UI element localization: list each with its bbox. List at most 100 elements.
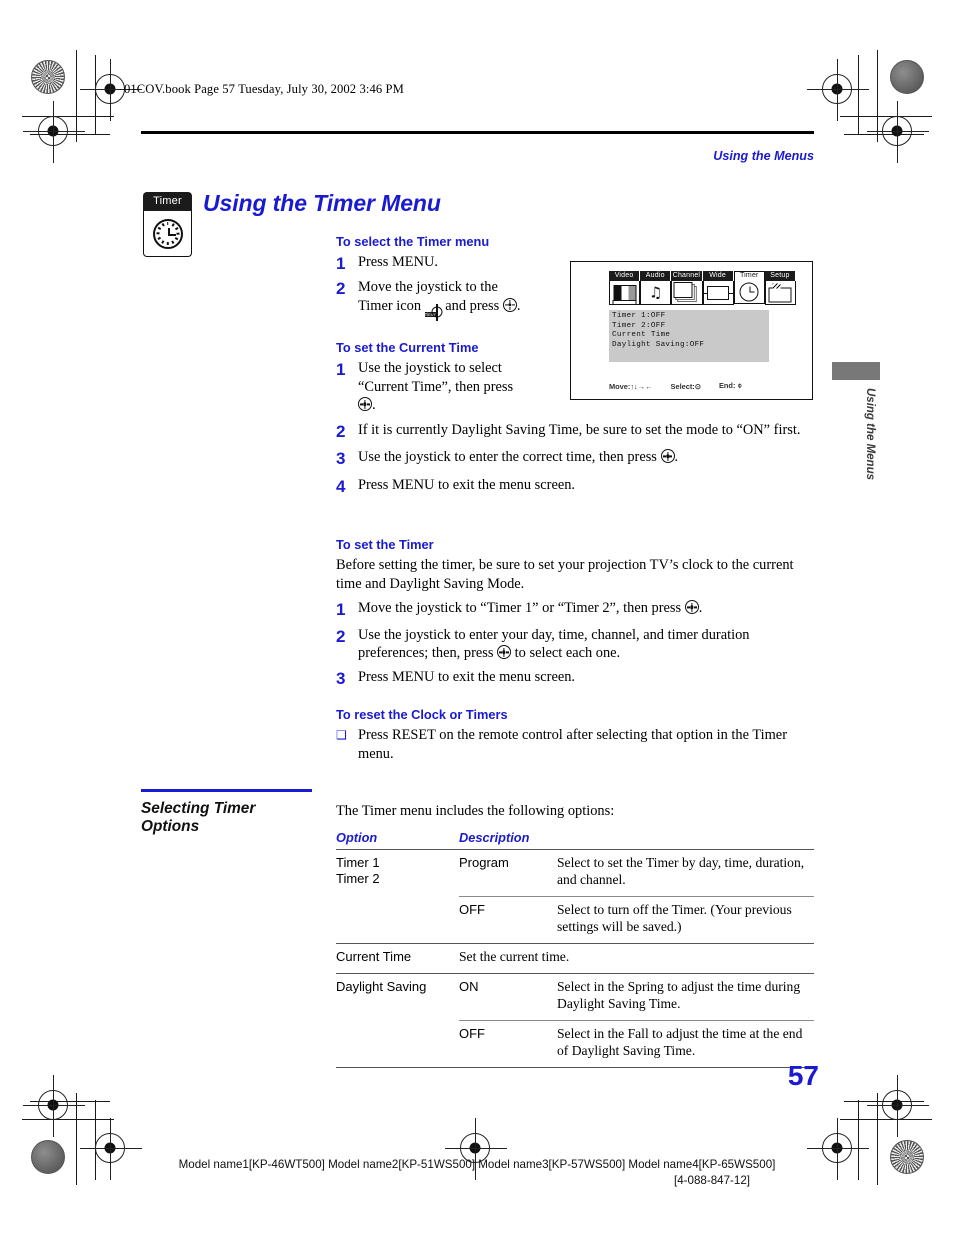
setup-icon [764, 281, 797, 305]
step-item: 1 Press MENU. [336, 253, 586, 274]
footer-models: Model name1[KP-46WT500] Model name2[KP-5… [178, 1158, 776, 1171]
section-set-timer: To set the Timer Before setting the time… [336, 537, 816, 693]
osd-tab-video: Video [609, 271, 641, 305]
step-text-main: Move the joystick to “Timer 1” or “Timer… [358, 600, 682, 617]
step-text-line1: Use the joystick to select [358, 360, 502, 376]
registration-mark-c [807, 59, 869, 121]
page-footer: Model name1[KP-46WT500] Model name2[KP-5… [0, 1158, 954, 1187]
cell-description: Select in the Fall to adjust the time at… [557, 1019, 814, 1068]
step-item: 2 Use the joystick to enter your day, ti… [336, 626, 816, 663]
table-row: Current Time Set the current time. [336, 942, 814, 974]
step-text-period: . [698, 600, 703, 617]
timer-chapter-icon: Timer [143, 192, 192, 257]
osd-tab-setup: Setup [764, 271, 797, 305]
step-number: 1 [336, 600, 346, 620]
step-text: Use the joystick to enter the correct ti… [358, 448, 678, 469]
side-tab-bar [832, 362, 880, 380]
step-text-period: . [674, 449, 679, 466]
step-item: 4 Press MENU to exit the menu screen. [336, 476, 816, 497]
table-row: Daylight Saving ON Select in the Spring … [336, 972, 814, 1021]
step-number: 4 [336, 476, 346, 496]
cell-option: Daylight Saving [336, 972, 459, 1021]
table-header-row: Option Description [336, 830, 814, 850]
step-text: Press MENU to exit the menu screen. [358, 669, 576, 686]
osd-tab-wide: Wide [702, 271, 735, 305]
step-number: 2 [336, 279, 346, 299]
selecting-timer-options-heading: Selecting Timer Options [141, 800, 331, 836]
step-number: 2 [336, 422, 346, 442]
step-text-main: Use the joystick to enter the correct ti… [358, 449, 657, 466]
section-heading: To reset the Clock or Timers [336, 707, 508, 722]
table-intro: The Timer menu includes the following op… [336, 803, 615, 819]
cell-value: OFF [459, 895, 557, 944]
page-title: Using the Timer Menu [203, 190, 441, 216]
osd-item-timer1: Timer 1:OFF [612, 312, 666, 320]
step-text: Press MENU. [358, 254, 438, 270]
step-text: Use the joystick to select “Current Time… [358, 359, 573, 415]
osd-tab-bar: Video Audio ♫ Channel Wide Timer Setup [609, 271, 797, 305]
step-text: Move the joystick to “Timer 1” or “Timer… [358, 599, 702, 620]
footer-doc-id: [4-088-847-12] [673, 1174, 751, 1187]
step-text: If it is currently Daylight Saving Time,… [358, 422, 801, 439]
section-heading: To select the Timer menu [336, 234, 490, 249]
joystick-press-icon [684, 600, 699, 615]
step-number: 3 [336, 449, 346, 469]
clock-icon [733, 280, 765, 304]
step-text: Use the joystick to enter your day, time… [358, 626, 816, 663]
step-item: 3 Use the joystick to enter the correct … [336, 448, 816, 469]
joystick-press-icon [497, 645, 512, 660]
step-number: 2 [336, 626, 346, 646]
step-item: 3 Press MENU to exit the menu screen. [336, 668, 816, 689]
section-reset-clock-timers: To reset the Clock or Timers ❑ Press RES… [336, 707, 816, 763]
timer-icon-label: Timer [143, 192, 192, 211]
step-text: Move the joystick to the Timer icon Time… [358, 278, 520, 325]
step-item: 1 Move the joystick to “Timer 1” or “Tim… [336, 599, 816, 620]
column-header-description: Description [459, 830, 530, 845]
audio-note-icon: ♫ [640, 281, 672, 305]
option-line-1: Timer 1 [336, 855, 380, 870]
table-row: OFF Select in the Fall to adjust the tim… [336, 1019, 814, 1068]
cell-description: Select in the Spring to adjust the time … [557, 972, 814, 1021]
cell-option: Current Time [336, 942, 459, 974]
cell-value: OFF [459, 1019, 557, 1068]
registration-star-top-left [31, 60, 65, 94]
step-item: 1 Use the joystick to select “Current Ti… [336, 359, 816, 415]
joystick-press-icon [502, 297, 517, 312]
timer-options-table: Option Description Timer 1 Timer 2 Progr… [336, 830, 814, 1068]
registration-star-top-right [890, 60, 924, 94]
step-item: 2 If it is currently Daylight Saving Tim… [336, 421, 816, 442]
column-header-option: Option [336, 830, 378, 845]
registration-mark-h [867, 1075, 929, 1137]
section-heading: To set the Current Time [336, 340, 479, 355]
registration-mark-a [80, 59, 142, 121]
section-select-timer-menu: To select the Timer menu 1 Press MENU. 2… [336, 234, 586, 329]
channel-cards-icon [671, 281, 703, 305]
cell-description: Select to turn off the Timer. (Your prev… [557, 895, 814, 944]
table-row: OFF Select to turn off the Timer. (Your … [336, 895, 814, 944]
registration-mark-f [23, 1075, 85, 1137]
video-icon [609, 281, 641, 305]
print-file-header: 01COV.book Page 57 Tuesday, July 30, 200… [124, 82, 404, 96]
bullet-text: Press RESET on the remote control after … [358, 727, 787, 762]
section-intro: Before setting the timer, be sure to set… [336, 557, 794, 592]
section-set-current-time: To set the Current Time 1 Use the joysti… [336, 340, 816, 501]
page-number: 57 [787, 1060, 819, 1091]
cell-value: ON [459, 972, 557, 1021]
table-row: Timer 1 Timer 2 Program Select to set th… [336, 849, 814, 897]
step-text-period: . [372, 397, 376, 414]
joystick-press-icon [358, 397, 372, 412]
osd-tab-timer: Timer [733, 271, 765, 305]
checkbox-bullet-icon: ❑ [336, 728, 347, 742]
step-text-line2: “Current Time”, then press [358, 378, 514, 395]
step-number: 1 [336, 360, 346, 379]
step-number: 3 [336, 669, 346, 689]
step-text-line1: Move the joystick to the [358, 279, 498, 296]
cell-description: Select to set the Timer by day, time, du… [557, 849, 814, 897]
joystick-press-icon [660, 449, 675, 464]
osd-tab-audio: Audio ♫ [640, 271, 672, 305]
heading-line-2: Options [141, 818, 200, 836]
osd-item-timer2: Timer 2:OFF [612, 321, 666, 330]
step-item: 2 Move the joystick to the Timer icon Ti… [336, 278, 586, 325]
header-rule [141, 131, 814, 134]
cell-option [336, 896, 459, 943]
